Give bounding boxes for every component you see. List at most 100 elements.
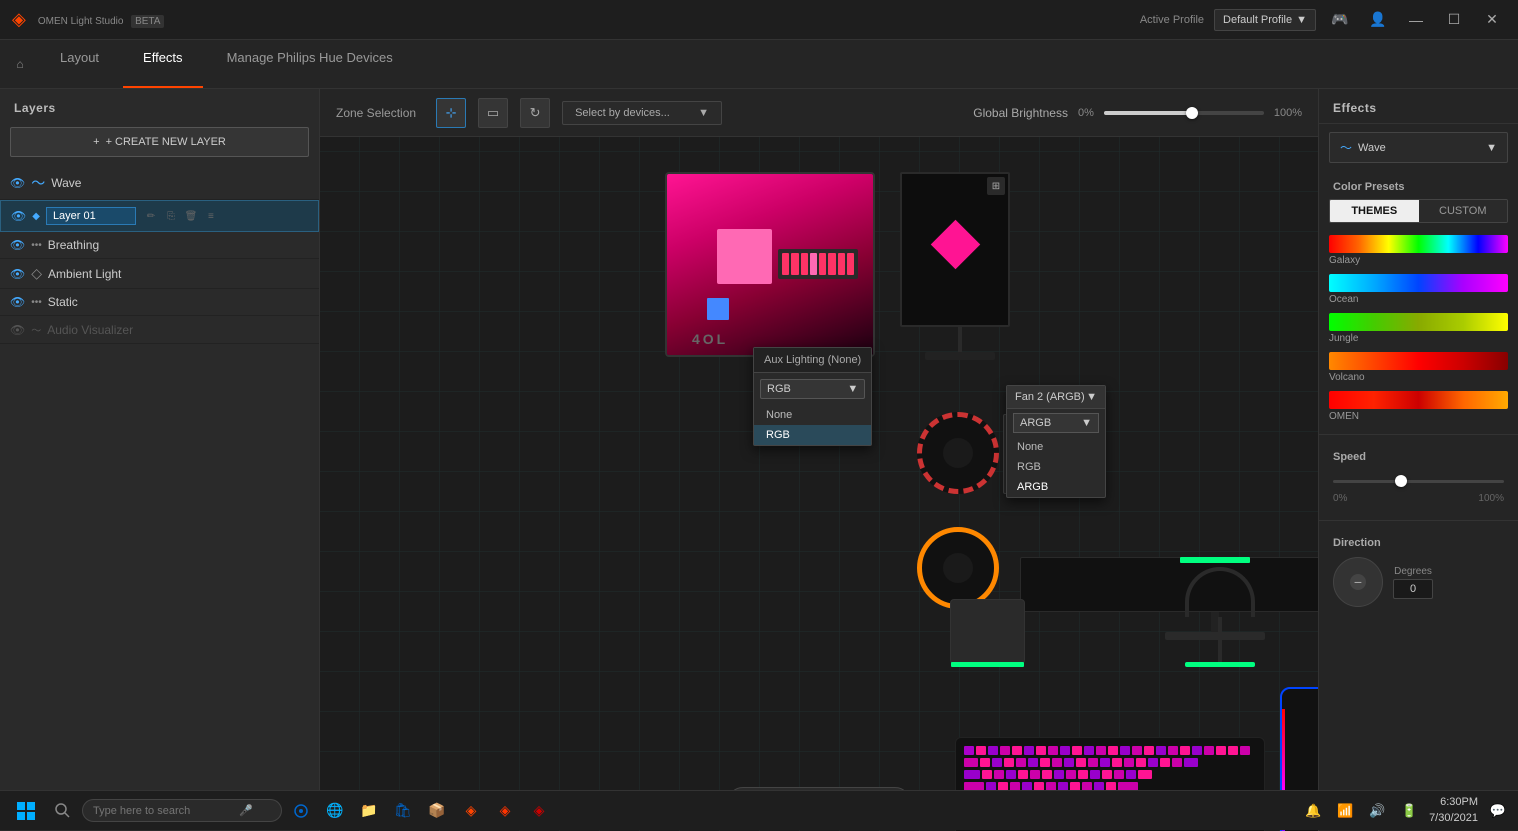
tab-effects[interactable]: Effects — [123, 40, 203, 88]
profile-select[interactable]: Default Profile ▼ — [1214, 9, 1316, 31]
gamepad-icon[interactable]: 🎮 — [1326, 6, 1354, 34]
volcano-gradient-bar — [1329, 352, 1508, 370]
app-title: OMEN Light Studio BETA — [34, 12, 1140, 27]
preset-volcano[interactable]: Volcano — [1329, 352, 1508, 383]
fan-type-select[interactable]: ARGB ▼ — [1013, 413, 1099, 433]
aux-option-none[interactable]: None — [754, 405, 871, 425]
delete-icon[interactable]: 🗑 — [182, 207, 200, 225]
taskbar-volume-icon[interactable]: 🔊 — [1365, 799, 1389, 823]
menu-icon[interactable]: ≡ — [202, 207, 220, 225]
preset-ocean[interactable]: Ocean — [1329, 274, 1508, 305]
taskbar-cortana[interactable] — [286, 796, 316, 826]
taskbar-omen1[interactable]: ◈ — [456, 796, 486, 826]
fan-option-none[interactable]: None — [1007, 437, 1105, 457]
taskbar-search-box[interactable]: 🎤 — [82, 799, 282, 822]
monitor-expand-button[interactable]: ⊞ — [987, 177, 1005, 195]
preset-jungle[interactable]: Jungle — [1329, 313, 1508, 344]
layer-item-selected[interactable]: 👁 ◆ ✏ ⎘ 🗑 ≡ — [0, 200, 319, 232]
tab-custom[interactable]: CUSTOM — [1419, 200, 1508, 222]
taskbar-omen3[interactable]: ◈ — [524, 796, 554, 826]
taskbar-notification-icon[interactable]: 🔔 — [1301, 799, 1325, 823]
jungle-gradient-bar — [1329, 313, 1508, 331]
keyboard-row-3 — [964, 770, 1256, 779]
fan-2-device — [917, 527, 999, 609]
home-button[interactable]: ⌂ — [0, 40, 40, 88]
select-devices-dropdown[interactable]: Select by devices... ▼ — [562, 101, 722, 125]
taskbar-explorer[interactable]: 📁 — [354, 796, 384, 826]
effects-select-dropdown[interactable]: 〜 Wave ▼ — [1329, 132, 1508, 163]
layer-type-icon: ◆ — [32, 211, 40, 222]
speaker-left-device — [950, 599, 1030, 664]
ocean-gradient-bar — [1329, 274, 1508, 292]
direction-section: Direction − Degrees — [1319, 529, 1518, 615]
tab-themes[interactable]: THEMES — [1330, 200, 1419, 222]
speed-track[interactable] — [1333, 480, 1504, 483]
taskbar-search-input[interactable] — [93, 805, 233, 817]
kb-mini — [778, 249, 858, 279]
fan-2-dropdown[interactable]: Fan 2 (ARGB) ▼ ARGB ▼ None RGB ARGB — [1006, 385, 1106, 498]
taskbar-omen2[interactable]: ◈ — [490, 796, 520, 826]
galaxy-gradient-bar — [1329, 235, 1508, 253]
maximize-button[interactable]: ☐ — [1440, 6, 1468, 34]
minimize-button[interactable]: — — [1402, 6, 1430, 34]
layer-item[interactable]: 👁 〜 Wave — [0, 167, 319, 200]
taskbar-edge[interactable]: 🌐 — [320, 796, 350, 826]
app-logo: ◈ — [12, 9, 26, 30]
taskbar-store[interactable]: 🛍 — [388, 796, 418, 826]
aux-option-rgb[interactable]: RGB — [754, 425, 871, 445]
close-button[interactable]: ✕ — [1478, 6, 1506, 34]
color-presets-label: Color Presets — [1319, 171, 1518, 199]
blue-accent — [707, 298, 729, 320]
visibility-icon: 👁 — [11, 209, 26, 223]
headphone-pole — [1218, 617, 1222, 662]
direction-wheel[interactable]: − — [1333, 557, 1383, 607]
aux-type-select[interactable]: RGB ▼ — [760, 379, 865, 399]
main-layout: Layers + + CREATE NEW LAYER 👁 〜 Wave 👁 ◆… — [0, 89, 1518, 831]
speed-thumb[interactable] — [1395, 475, 1407, 487]
taskbar-battery-icon[interactable]: 🔋 — [1397, 799, 1421, 823]
create-layer-button[interactable]: + + CREATE NEW LAYER — [10, 127, 309, 157]
layer-item[interactable]: 👁 ••• Static — [0, 289, 319, 316]
fan-2-header: Fan 2 (ARGB) ▼ — [1007, 386, 1105, 409]
headphone-base — [1185, 662, 1255, 667]
layer-item[interactable]: 👁 ◇ Ambient Light — [0, 259, 319, 289]
visibility-icon: 👁 — [10, 176, 25, 190]
start-button[interactable] — [8, 793, 44, 829]
aux-lighting-dropdown[interactable]: Aux Lighting (None) RGB ▼ None RGB — [753, 347, 872, 446]
rect-select-button[interactable]: ▭ — [478, 98, 508, 128]
taskbar-action-center[interactable]: 💬 — [1486, 799, 1510, 823]
preset-omen[interactable]: OMEN — [1329, 391, 1508, 422]
monitor-pole — [958, 327, 962, 352]
monitor-screen: ⊞ — [900, 172, 1010, 327]
preset-galaxy[interactable]: Galaxy — [1329, 235, 1508, 266]
brightness-thumb[interactable] — [1186, 107, 1198, 119]
taskbar-dropbox[interactable]: 📦 — [422, 796, 452, 826]
brightness-fill — [1104, 111, 1192, 115]
monitor-2-device — [1020, 557, 1318, 640]
tab-manage-hue[interactable]: Manage Philips Hue Devices — [207, 40, 413, 88]
fan-option-argb[interactable]: ARGB — [1007, 477, 1105, 497]
tab-layout[interactable]: Layout — [40, 40, 119, 88]
nav-bar: ⌂ Layout Effects Manage Philips Hue Devi… — [0, 40, 1518, 89]
visibility-icon: 👁 — [10, 295, 25, 309]
global-brightness: Global Brightness 0% 100% — [973, 106, 1302, 120]
fan-option-rgb[interactable]: RGB — [1007, 457, 1105, 477]
fan-2-circle — [917, 527, 999, 609]
user-icon[interactable]: 👤 — [1364, 6, 1392, 34]
edit-icon[interactable]: ✏ — [142, 207, 160, 225]
brightness-slider[interactable] — [1104, 111, 1264, 115]
layer-item[interactable]: 👁 ••• Breathing — [0, 232, 319, 259]
layer-name-input[interactable] — [46, 207, 136, 225]
degrees-field[interactable] — [1393, 579, 1433, 599]
speed-slider[interactable] — [1333, 471, 1504, 491]
taskbar-wifi-icon[interactable]: 📶 — [1333, 799, 1357, 823]
select-tool-button[interactable]: ⊹ — [436, 98, 466, 128]
chevron-down-icon: ▼ — [1486, 142, 1497, 154]
layer-actions: ✏ ⎘ 🗑 ≡ — [142, 207, 220, 225]
rotate-button[interactable]: ↻ — [520, 98, 550, 128]
monitor-base — [925, 352, 995, 360]
copy-icon[interactable]: ⎘ — [162, 207, 180, 225]
plus-icon: + — [93, 136, 99, 148]
layer-item-muted[interactable]: 👁 〜 Audio Visualizer — [0, 316, 319, 344]
canvas-viewport[interactable]: 4OL Aux Lighting (None) RGB ▼ None RGB — [320, 137, 1318, 831]
